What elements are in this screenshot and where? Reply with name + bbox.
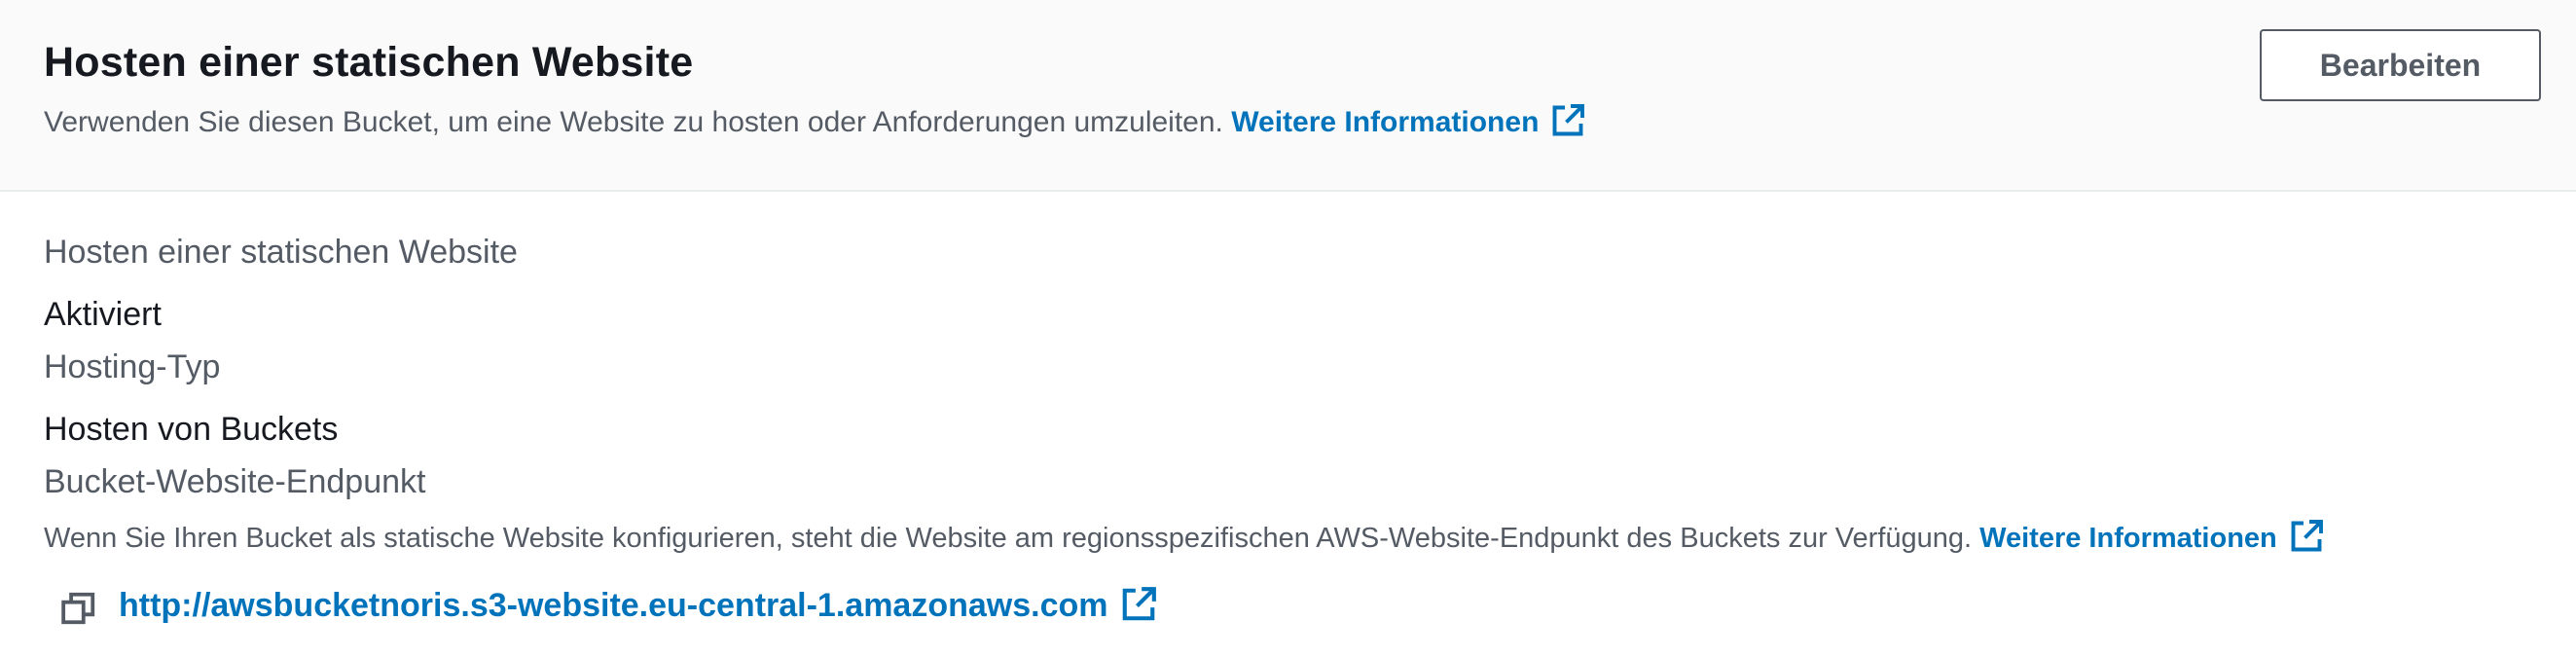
panel-description-text: Verwenden Sie diesen Bucket, um eine Web… [44,106,1223,138]
panel-description: Verwenden Sie diesen Bucket, um eine Web… [44,103,1585,146]
hosting-type-label: Hosting-Typ [44,348,221,385]
endpoint-hint-text: Wenn Sie Ihren Bucket als statische Webs… [44,523,1973,554]
edit-button[interactable]: Bearbeiten [2260,29,2541,101]
learn-more-label: Weitere Informationen [1231,106,1540,138]
endpoint-learn-more-link[interactable]: Weitere Informationen [1979,520,2324,554]
hosting-status-value: Aktiviert [44,296,162,333]
copy-icon[interactable] [60,590,97,627]
learn-more-link[interactable]: Weitere Informationen [1231,104,1585,138]
endpoint-url-link[interactable]: http://awsbucketnoris.s3-website.eu-cent… [119,586,1157,632]
endpoint-learn-more-label: Weitere Informationen [1979,523,2277,554]
hosting-type-value: Hosten von Buckets [44,411,339,448]
endpoint-row: http://awsbucketnoris.s3-website.eu-cent… [60,584,1157,633]
external-link-icon [1550,103,1585,146]
endpoint-label: Bucket-Website-Endpunkt [44,463,426,500]
hosting-status-label: Hosten einer statischen Website [44,234,518,271]
external-link-icon [1120,586,1157,632]
static-website-hosting-panel: Hosten einer statischen Website Verwende… [0,0,2576,657]
endpoint-hint: Wenn Sie Ihren Bucket als statische Webs… [44,519,2324,562]
external-link-icon [2289,519,2324,562]
endpoint-url: http://awsbucketnoris.s3-website.eu-cent… [119,586,1108,624]
panel-title: Hosten einer statischen Website [44,39,694,86]
panel-header: Hosten einer statischen Website Verwende… [0,0,2576,192]
